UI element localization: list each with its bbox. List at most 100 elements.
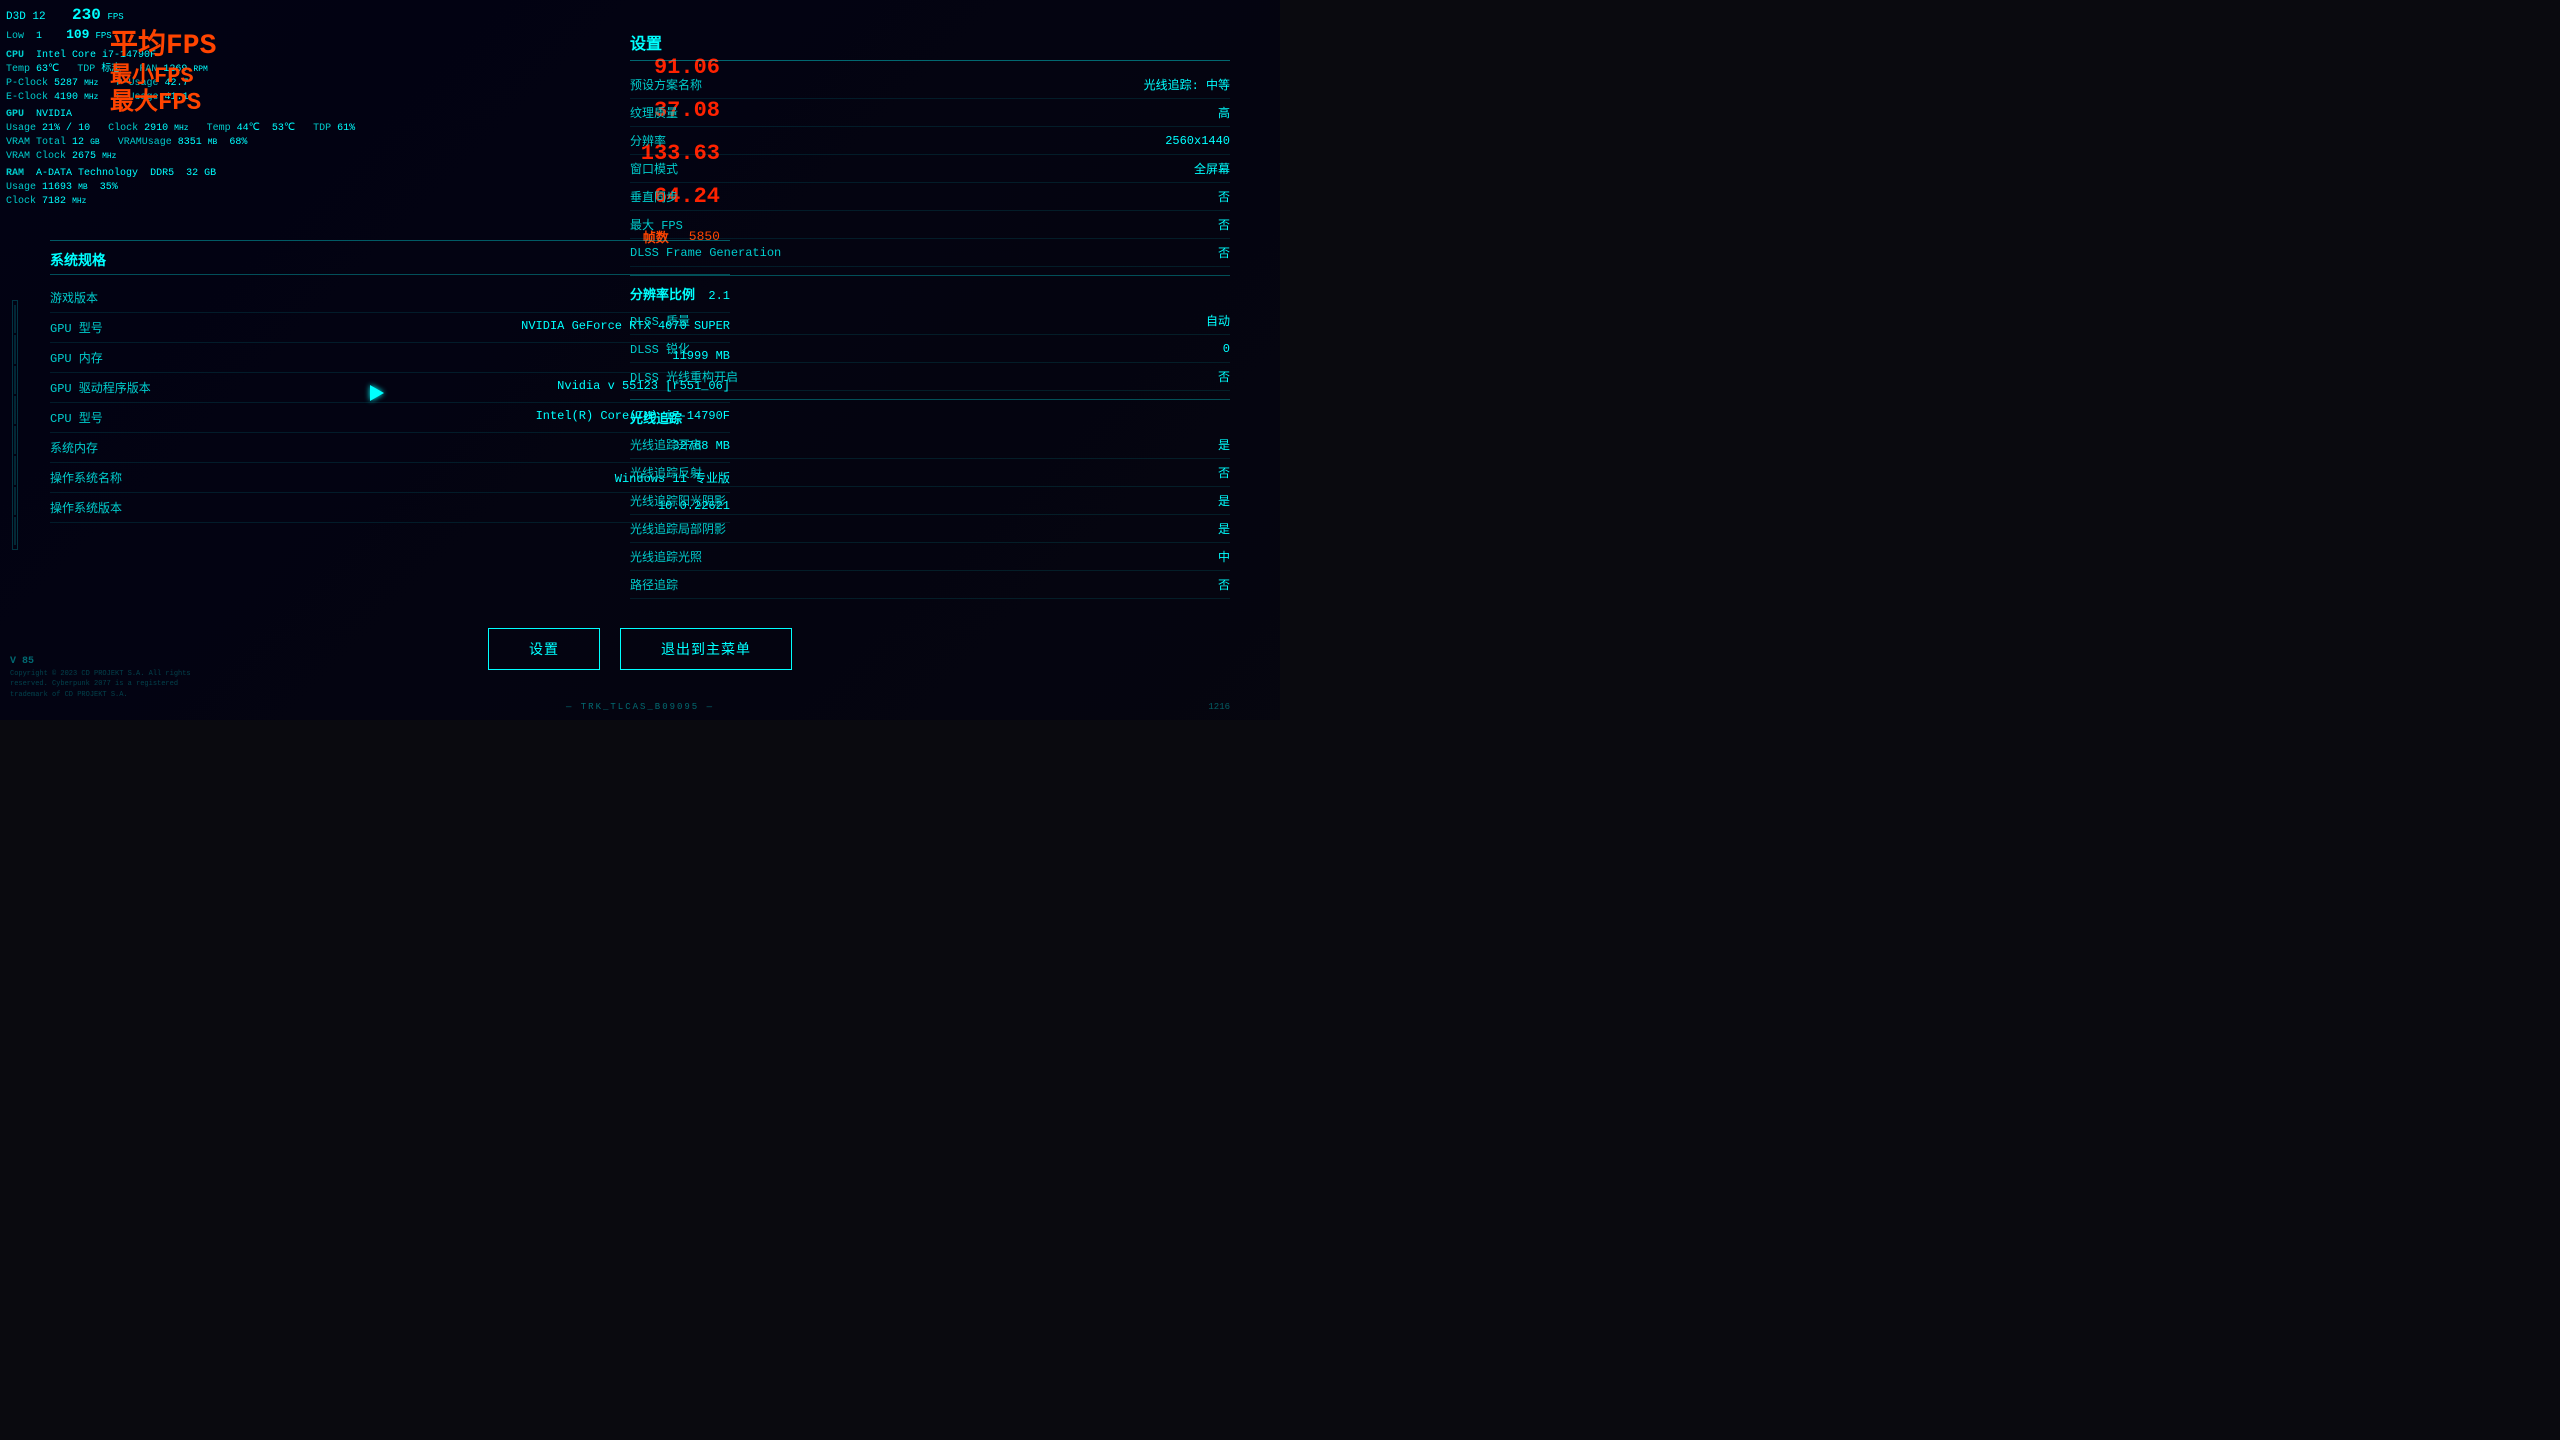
low-value: 1 — [36, 31, 42, 42]
settings-rt-rows: 光线追踪开启是光线追踪反射否光线追踪阳光阴影是光线追踪局部阴影是光线追踪光照中路… — [630, 431, 1230, 599]
settings-value: 中 — [1218, 548, 1230, 565]
specs-key: GPU 型号 — [50, 319, 103, 336]
specs-row: GPU 内存11999 MB — [50, 343, 730, 373]
settings-key: DLSS 质量 — [630, 312, 690, 329]
settings-value: 0 — [1223, 342, 1230, 356]
cursor — [370, 385, 384, 401]
settings-value: 否 — [1218, 188, 1230, 205]
low-label: Low — [6, 31, 24, 42]
settings-key: 预设方案名称 — [630, 76, 702, 93]
settings-ratio-title: 分辨率比例 — [630, 284, 1230, 303]
vram-clock: 2675 — [72, 151, 96, 162]
specs-key: 系统内存 — [50, 439, 98, 456]
settings-title: 设置 — [630, 30, 1230, 61]
settings-value: 是 — [1218, 492, 1230, 509]
gpu-usage-max: 10 — [78, 123, 90, 134]
fps-avg-label: 平均FPS — [110, 30, 216, 64]
settings-row: 分辨率 2560x1440 — [630, 127, 1230, 155]
settings-main-rows: 预设方案名称 光线追踪: 中等纹理质量 高分辨率 2560x1440 窗口模式 全屏幕垂直… — [630, 71, 1230, 267]
d3d-label: D3D — [6, 11, 26, 23]
specs-key: 操作系统版本 — [50, 499, 122, 516]
settings-value: 2560x1440 — [1165, 134, 1230, 148]
settings-key: 光线追踪局部阴影 — [630, 520, 726, 537]
specs-row: CPU 型号Intel(R) Core(TM) i7-14790F — [50, 403, 730, 433]
settings-value: 高 — [1218, 104, 1230, 121]
settings-key: 路径追踪 — [630, 576, 678, 593]
settings-value: 否 — [1218, 464, 1230, 481]
cpu-temp: 63 — [36, 64, 48, 75]
ram-brand: A-DATA Technology — [36, 168, 138, 179]
settings-value: 否 — [1218, 576, 1230, 593]
exit-button[interactable]: 退出到主菜单 — [620, 628, 792, 670]
settings-key: 光线追踪阳光阴影 — [630, 492, 726, 509]
bottom-buttons: 设置 退出到主菜单 — [488, 628, 792, 670]
settings-panel: 设置 预设方案名称 光线追踪: 中等纹理质量 高分辨率 2560x1440 窗口模式 全屏… — [630, 30, 1230, 599]
specs-row: 游戏版本2.1 — [50, 283, 730, 313]
version-label: V 85 — [10, 654, 210, 669]
gpu-label: GPU — [6, 109, 24, 120]
ram-size: 32 GB — [186, 168, 216, 179]
settings-key: DLSS Frame Generation — [630, 246, 781, 260]
settings-row: 纹理质量 高 — [630, 99, 1230, 127]
vram-pct: 68 — [229, 137, 241, 148]
settings-value: 光线追踪: 中等 — [1144, 76, 1230, 93]
fps-min-label: 最小FPS — [110, 64, 216, 90]
d3d-fps: 230 — [72, 6, 101, 24]
settings-row: DLSS 质量 自动 — [630, 307, 1230, 335]
top-divider — [50, 240, 730, 241]
settings-rt-title: 光线追踪 — [630, 408, 1230, 427]
specs-row: 操作系统版本10.0.22621 — [50, 493, 730, 523]
specs-key: GPU 驱动程序版本 — [50, 379, 151, 396]
settings-row: 光线追踪开启是 — [630, 431, 1230, 459]
settings-key: DLSS 锐化 — [630, 340, 690, 357]
watermark: — TRK_TLCAS_B09095 — — [566, 702, 714, 712]
ram-type: DDR5 — [150, 168, 174, 179]
specs-key: CPU 型号 — [50, 409, 103, 426]
settings-value: 否 — [1218, 368, 1230, 385]
cpu-eclock: 4190 — [54, 92, 78, 103]
gpu-temp1: 44 — [237, 123, 249, 134]
specs-key: 游戏版本 — [50, 289, 98, 306]
settings-key: 纹理质量 — [630, 104, 678, 121]
settings-row: 预设方案名称 光线追踪: 中等 — [630, 71, 1230, 99]
settings-divider-2 — [630, 399, 1230, 400]
low-fps: 109 — [66, 27, 89, 42]
specs-row: 操作系统名称Windows 11 专业版 — [50, 463, 730, 493]
bottom-right-text: 1216 — [1208, 702, 1230, 712]
settings-key: 分辨率 — [630, 132, 666, 149]
fps-unit: FPS — [107, 12, 123, 22]
version-text: Copyright © 2023 CD PROJEKT S.A. All rig… — [10, 669, 210, 701]
settings-row: 光线追踪反射 否 — [630, 459, 1230, 487]
settings-value: 全屏幕 — [1194, 160, 1230, 177]
d3d-version: 12 — [32, 11, 45, 23]
settings-row: 光线追踪光照 中 — [630, 543, 1230, 571]
fps-max-label: 最大FPS — [110, 90, 216, 119]
settings-key: 光线追踪反射 — [630, 464, 702, 481]
settings-key: 窗口模式 — [630, 160, 678, 177]
settings-row: 路径追踪 否 — [630, 571, 1230, 599]
fps-overlay: 平均FPS 最小FPS 最大FPS — [110, 30, 216, 119]
ram-pct: 35 — [100, 182, 112, 193]
settings-button[interactable]: 设置 — [488, 628, 600, 670]
specs-row: GPU 型号NVIDIA GeForce RTX 4070 SUPER — [50, 313, 730, 343]
settings-row: 窗口模式 全屏幕 — [630, 155, 1230, 183]
left-bar — [12, 300, 18, 550]
settings-key: 最大 FPS — [630, 216, 683, 233]
settings-key: 垂直同步 — [630, 188, 678, 205]
settings-key: 光线追踪光照 — [630, 548, 702, 565]
specs-row: 系统内存32768 MB — [50, 433, 730, 463]
settings-divider-1 — [630, 275, 1230, 276]
settings-row: 光线追踪局部阴影是 — [630, 515, 1230, 543]
ram-usage: 11693 — [42, 182, 72, 193]
settings-value: 自动 — [1206, 312, 1230, 329]
settings-row: DLSS 光线重构开启否 — [630, 363, 1230, 391]
settings-key: 光线追踪开启 — [630, 436, 702, 453]
settings-row: 垂直同步 否 — [630, 183, 1230, 211]
cpu-label: CPU — [6, 50, 24, 61]
specs-rows: 游戏版本2.1GPU 型号NVIDIA GeForce RTX 4070 SUP… — [50, 283, 730, 523]
cpu-pclock: 5287 — [54, 78, 78, 89]
ram-clock: 7182 — [42, 196, 66, 207]
gpu-brand: NVIDIA — [36, 109, 72, 120]
specs-section: 系统规格 游戏版本2.1GPU 型号NVIDIA GeForce RTX 407… — [50, 250, 730, 523]
settings-ratio-rows: DLSS 质量 自动 DLSS 锐化 0 DLSS 光线重构开启否 — [630, 307, 1230, 391]
